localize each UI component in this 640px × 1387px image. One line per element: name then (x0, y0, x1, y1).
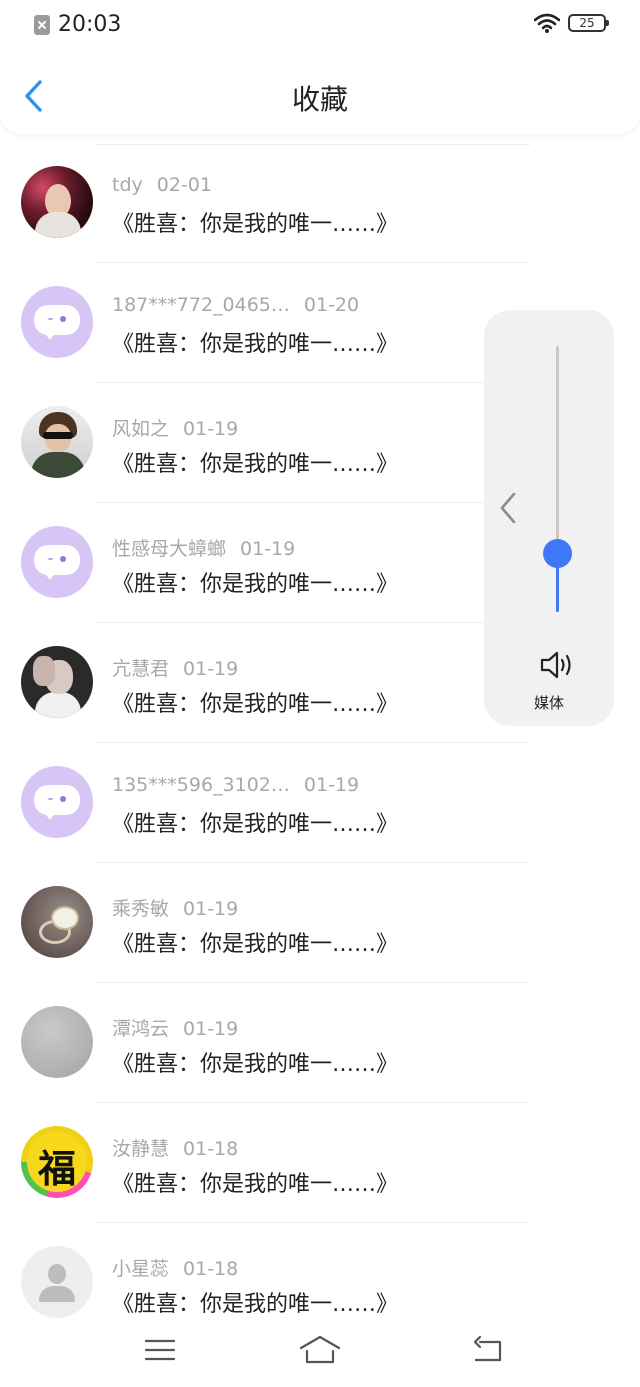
divider (96, 982, 530, 983)
item-content: 《胜喜：你是我的唯一……》 (112, 932, 399, 957)
volume-collapse-button[interactable] (490, 486, 520, 530)
chevron-left-icon (500, 492, 516, 524)
item-name: 性感母大蟑螂 (112, 538, 227, 560)
item-meta: 潭鸿云 01-19 (112, 1014, 238, 1041)
avatar (21, 646, 93, 718)
chat-bubble-avatar (21, 766, 93, 838)
item-content: 《胜喜：你是我的唯一……》 (112, 692, 399, 717)
item-content: 《胜喜：你是我的唯一……》 (112, 212, 399, 237)
menu-icon (144, 1339, 176, 1361)
item-name: 乘秀敏 (112, 898, 170, 920)
page-title: 收藏 (291, 83, 348, 116)
item-meta: 135***596_3102… 01-19 (112, 774, 359, 796)
item-name: 135***596_3102… (112, 774, 290, 796)
divider (96, 262, 530, 263)
item-name: 汝静慧 (112, 1138, 170, 1160)
list-item[interactable]: 135***596_3102… 01-19 《胜喜：你是我的唯一……》 (0, 744, 640, 863)
status-bar: 20:03 25 (0, 0, 640, 52)
item-name: 小星蕊 (112, 1258, 170, 1280)
item-meta: 小星蕊 01-18 (112, 1254, 238, 1281)
item-date: 01-19 (183, 418, 239, 440)
divider (96, 1222, 530, 1223)
divider (96, 382, 530, 383)
item-date: 01-19 (183, 898, 239, 920)
item-meta: 亢慧君 01-19 (112, 654, 238, 681)
item-meta: tdy 02-01 (112, 174, 212, 196)
chat-bubble-avatar (21, 286, 93, 358)
home-button[interactable] (298, 1332, 342, 1368)
system-back-button[interactable] (466, 1332, 510, 1368)
item-date: 01-18 (183, 1138, 239, 1160)
item-name: 风如之 (112, 418, 170, 440)
return-icon (473, 1335, 502, 1362)
status-bar-right: 25 (534, 13, 609, 33)
navigation-bar (0, 1320, 640, 1387)
item-meta: 乘秀敏 01-19 (112, 894, 238, 921)
avatar (21, 1006, 93, 1078)
home-icon (299, 1335, 341, 1364)
item-content: 《胜喜：你是我的唯一……》 (112, 452, 399, 477)
item-content: 《胜喜：你是我的唯一……》 (112, 1172, 399, 1197)
title-bar: 收藏 (0, 52, 640, 134)
default-person-icon (21, 1246, 93, 1318)
volume-panel: 媒体 (484, 310, 614, 726)
avatar (21, 886, 93, 958)
item-date: 01-18 (183, 1258, 239, 1280)
divider (96, 622, 530, 623)
divider (96, 1102, 530, 1103)
item-date: 02-01 (156, 174, 212, 196)
battery-indicator: 25 (568, 14, 609, 32)
item-content: 《胜喜：你是我的唯一……》 (112, 332, 399, 357)
item-meta: 性感母大蟑螂 01-19 (112, 534, 295, 561)
item-name: 潭鸿云 (112, 1018, 170, 1040)
divider (96, 502, 530, 503)
item-date: 01-19 (240, 538, 296, 560)
divider (96, 742, 530, 743)
wifi-icon (534, 13, 560, 33)
sim-off-icon (34, 14, 50, 35)
item-content: 《胜喜：你是我的唯一……》 (112, 812, 399, 837)
item-meta: 187***772_0465… 01-20 (112, 294, 359, 316)
item-name: 亢慧君 (112, 658, 170, 680)
avatar (21, 166, 93, 238)
item-meta: 汝静慧 01-18 (112, 1134, 238, 1161)
recent-apps-button[interactable] (138, 1332, 182, 1368)
status-time: 20:03 (58, 12, 122, 37)
item-name: tdy (112, 174, 143, 196)
battery-level: 25 (579, 16, 595, 30)
speaker-icon (540, 651, 571, 679)
avatar (21, 406, 93, 478)
item-date: 01-20 (303, 294, 360, 316)
avatar-glyph: 福 (37, 1146, 76, 1191)
item-content: 《胜喜：你是我的唯一……》 (112, 1052, 399, 1077)
item-name: 187***772_0465… (112, 294, 290, 316)
list-item[interactable]: 潭鸿云 01-19 《胜喜：你是我的唯一……》 (0, 984, 640, 1103)
avatar: 福 (21, 1126, 93, 1198)
list-item[interactable]: 福 汝静慧 01-18 《胜喜：你是我的唯一……》 (0, 1104, 640, 1223)
list-item[interactable]: 乘秀敏 01-19 《胜喜：你是我的唯一……》 (0, 864, 640, 983)
item-content: 《胜喜：你是我的唯一……》 (112, 572, 399, 597)
item-date: 01-19 (183, 1018, 239, 1040)
volume-stream-label: 媒体 (533, 694, 564, 712)
volume-mute-toggle[interactable] (540, 650, 576, 680)
item-date: 01-19 (183, 658, 239, 680)
volume-slider-thumb[interactable] (543, 538, 572, 568)
item-content: 《胜喜：你是我的唯一……》 (112, 1292, 399, 1317)
chat-bubble-avatar (21, 526, 93, 598)
status-bar-left: 20:03 (34, 12, 121, 37)
divider (96, 862, 530, 863)
item-meta: 风如之 01-19 (112, 414, 238, 441)
list-item[interactable]: tdy 02-01 《胜喜：你是我的唯一……》 (0, 144, 640, 263)
item-date: 01-19 (303, 774, 360, 796)
